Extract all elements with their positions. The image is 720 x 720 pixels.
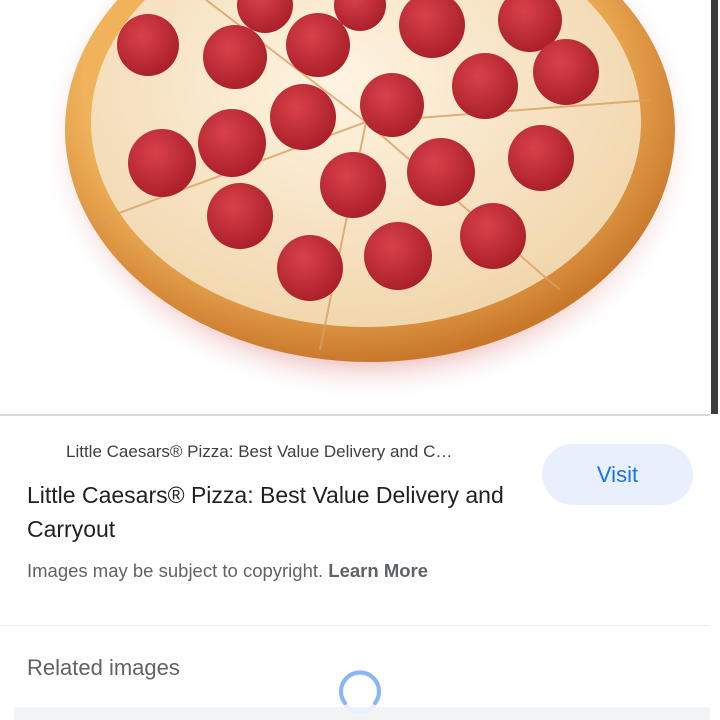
result-image[interactable] [0,0,710,414]
result-title[interactable]: Little Caesars® Pizza: Best Value Delive… [27,478,517,546]
copyright-notice: Images may be subject to copyright. Lear… [27,560,547,582]
copyright-text: Images may be subject to copyright. [27,560,329,581]
scrollbar[interactable] [710,0,720,720]
learn-more-link[interactable]: Learn More [328,560,428,581]
visit-button[interactable]: Visit [542,444,693,505]
pizza-image [40,0,700,402]
image-divider [0,414,710,416]
related-images-heading: Related images [27,655,180,680]
source-name[interactable]: Little Caesars® Pizza: Best Value Delive… [66,442,526,462]
spinner-icon [339,670,381,714]
section-divider [0,625,710,626]
scrollbar-thumb[interactable] [711,0,718,414]
